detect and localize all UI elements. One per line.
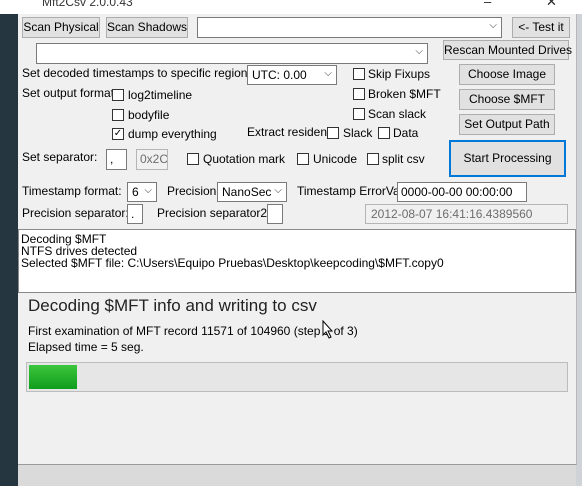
data-checkbox[interactable]	[378, 127, 390, 139]
region-select-value: UTC: 0.00	[252, 68, 307, 82]
log2timeline-label: log2timeline	[128, 88, 193, 102]
status-line-1: First examination of MFT record 11571 of…	[28, 324, 358, 338]
unicode-checkbox[interactable]	[297, 153, 309, 165]
log2timeline-checkbox[interactable]	[112, 89, 124, 101]
status-heading: Decoding $MFT info and writing to csv	[28, 296, 317, 315]
chevron-down-icon: ⌵	[274, 185, 282, 196]
split-csv-label: split csv	[382, 152, 425, 166]
chevron-down-icon: ⌵	[489, 20, 497, 31]
precision-select-value: NanoSec	[222, 185, 272, 199]
precision-separator2-field[interactable]	[267, 204, 283, 224]
bodyfile-label: bodyfile	[128, 108, 170, 122]
split-csv-checkbox[interactable]	[367, 153, 379, 165]
separator-label: Set separator:	[22, 150, 98, 164]
log-line: Selected $MFT file: C:\Users\Equipo Prue…	[21, 256, 444, 270]
scan-slack-checkbox[interactable]	[353, 108, 365, 120]
close-button[interactable]: ✕	[546, 0, 557, 10]
log-box[interactable]: Decoding $MFT NTFS drives detected Selec…	[18, 229, 576, 293]
background-desktop-strip	[0, 0, 18, 486]
progress-bar	[26, 362, 568, 392]
bodyfile-checkbox[interactable]	[112, 109, 124, 121]
precision-separator-field[interactable]: .	[127, 204, 143, 224]
quotation-mark-label: Quotation mark	[203, 152, 286, 166]
output-format-label: Set output format:	[22, 86, 118, 100]
secondary-select[interactable]: ⌵	[36, 43, 428, 64]
chevron-down-icon: ⌵	[415, 46, 423, 57]
window-bottom-edge	[18, 465, 576, 486]
slack-label: Slack	[343, 126, 373, 140]
chevron-down-icon: ⌵	[324, 68, 332, 79]
precision-separator-label: Precision separator:	[22, 206, 129, 220]
extract-resident-label: Extract resident:	[247, 125, 334, 139]
broken-mft-label: Broken $MFT	[368, 87, 441, 101]
timestamp-errorval-label: Timestamp ErrorVal:	[297, 184, 406, 198]
example-timestamp-field: 2012-08-07 16:41:16.4389560	[365, 204, 568, 224]
progress-fill	[29, 365, 77, 389]
status-line-2: Elapsed time = 5 seg.	[28, 340, 144, 354]
separator-hex-field: 0x2C	[136, 149, 168, 170]
chevron-down-icon: ⌵	[144, 185, 152, 196]
scan-physical-button[interactable]: Scan Physical	[22, 17, 100, 38]
test-button[interactable]: <- Test it	[512, 17, 570, 38]
dump-everything-label: dump everything	[128, 127, 217, 141]
window-title: Mft2Csv 2.0.0.43	[42, 0, 133, 9]
data-label: Data	[393, 126, 419, 140]
quotation-mark-checkbox[interactable]	[187, 153, 199, 165]
timestamp-format-select[interactable]: 6 ⌵	[127, 182, 157, 202]
region-label: Set decoded timestamps to specific regio…	[22, 66, 251, 80]
minimize-button[interactable]: –	[484, 0, 491, 9]
precision-label: Precision:	[167, 184, 220, 198]
scan-slack-label: Scan slack	[368, 107, 427, 121]
skip-fixups-label: Skip Fixups	[368, 67, 431, 81]
mouse-cursor-icon	[322, 320, 334, 339]
timestamp-errorval-field[interactable]: 0000-00-00 00:00:00	[397, 182, 527, 202]
separator-field[interactable]: ,	[106, 149, 127, 170]
title-bar[interactable]: Mft2Csv 2.0.0.43 – ✕	[0, 0, 582, 14]
timestamp-format-label: Timestamp format:	[22, 184, 122, 198]
dump-everything-checkbox[interactable]: ✓	[112, 128, 124, 140]
precision-select[interactable]: NanoSec ⌵	[217, 182, 287, 202]
choose-image-button[interactable]: Choose Image	[459, 64, 555, 85]
rescan-mounted-drives-button[interactable]: Rescan Mounted Drives	[443, 40, 572, 60]
unicode-label: Unicode	[313, 152, 358, 166]
region-select[interactable]: UTC: 0.00 ⌵	[247, 65, 337, 85]
precision-separator2-label: Precision separator2:	[157, 206, 271, 220]
scan-shadows-button[interactable]: Scan Shadows	[106, 17, 188, 38]
broken-mft-checkbox[interactable]	[353, 88, 365, 100]
start-processing-button[interactable]: Start Processing	[449, 140, 566, 177]
set-output-path-button[interactable]: Set Output Path	[459, 114, 555, 135]
choose-mft-button[interactable]: Choose $MFT	[459, 89, 555, 110]
skip-fixups-checkbox[interactable]	[353, 68, 365, 80]
volume-select[interactable]: ⌵	[197, 17, 502, 38]
timestamp-format-value: 6	[132, 185, 139, 199]
slack-checkbox[interactable]	[327, 127, 339, 139]
